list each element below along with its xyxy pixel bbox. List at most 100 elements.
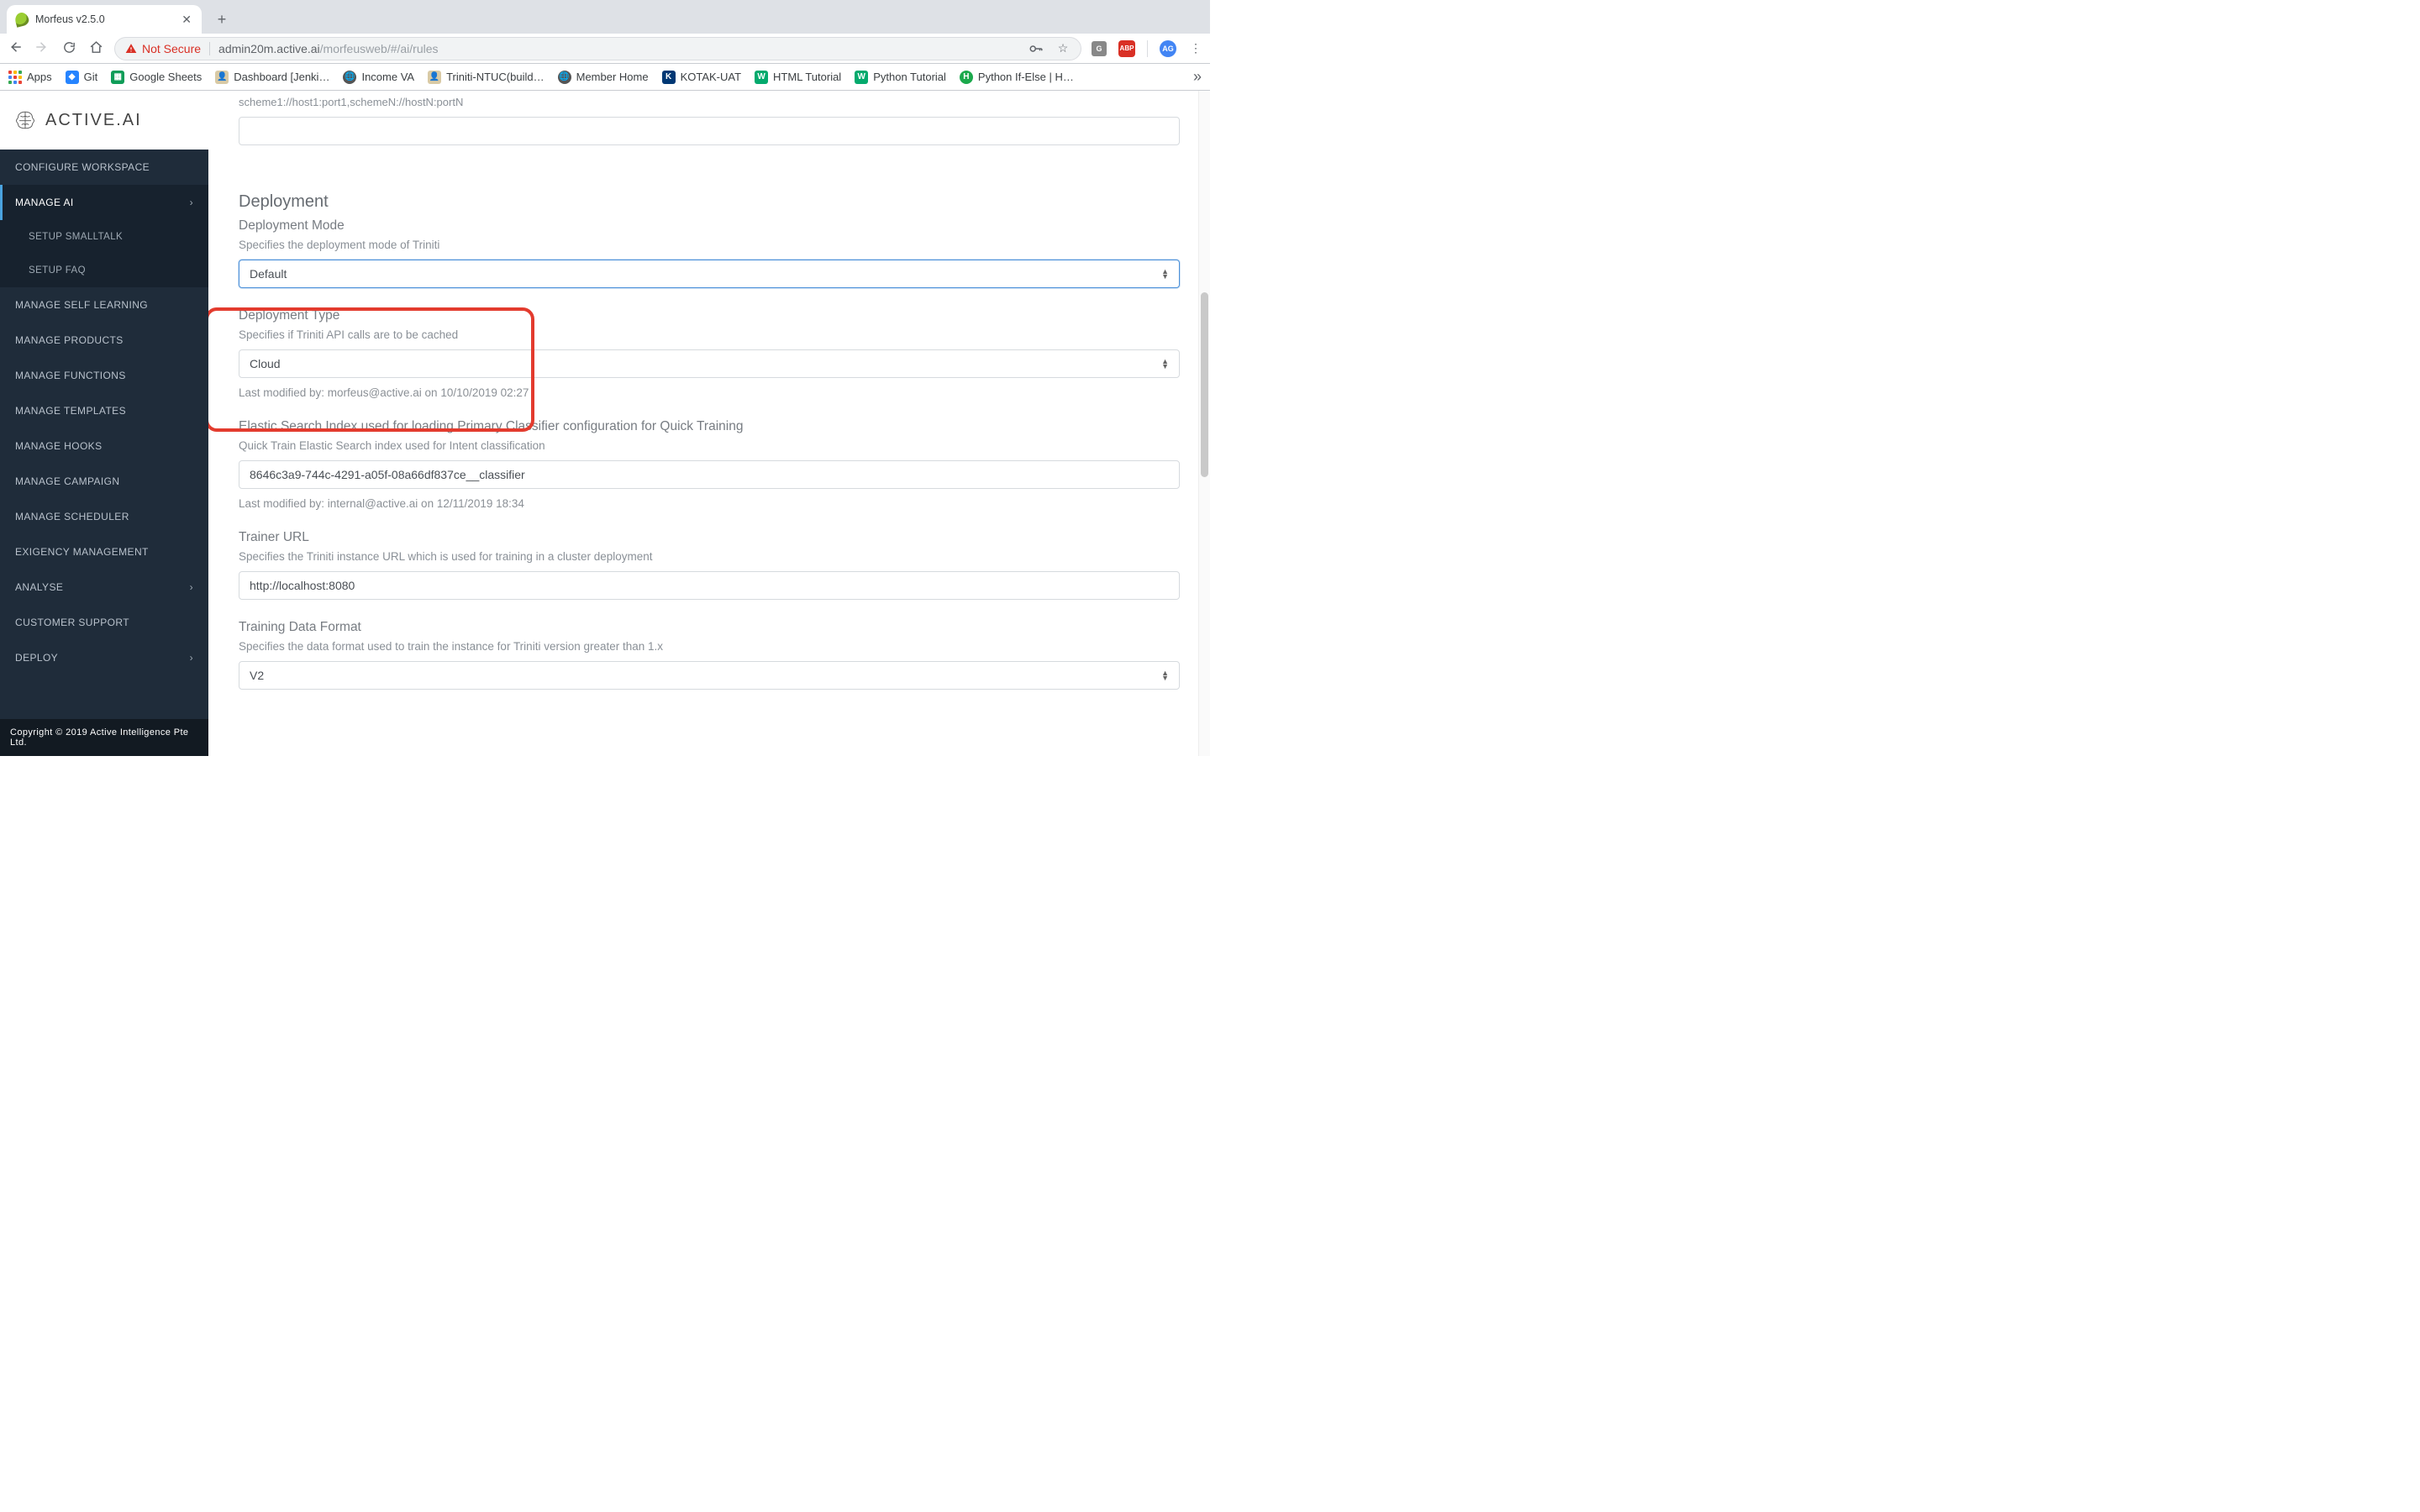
kotak-icon: K xyxy=(662,71,676,84)
bookmark-apps[interactable]: Apps xyxy=(8,71,52,84)
label-es-index: Elastic Search Index used for loading Pr… xyxy=(239,419,1180,434)
bookmark-google-sheets[interactable]: ▦ Google Sheets xyxy=(111,71,202,84)
desc-es-index: Quick Train Elastic Search index used fo… xyxy=(239,439,1180,452)
sidebar-subitem-setup-smalltalk[interactable]: Setup Smalltalk xyxy=(0,220,208,254)
bookmarks-overflow-icon[interactable]: » xyxy=(1193,68,1202,86)
brand-name: ACTIVE.AI xyxy=(45,111,142,130)
sidebar-item-configure-workspace[interactable]: Configure Workspace xyxy=(0,150,208,185)
desc-training-format: Specifies the data format used to train … xyxy=(239,640,1180,653)
bitbucket-icon: ◆ xyxy=(66,71,79,84)
input-es-index[interactable] xyxy=(239,460,1180,489)
sidebar-item-campaign[interactable]: Manage Campaign xyxy=(0,464,208,499)
select-deployment-type-value: Cloud xyxy=(250,357,281,370)
sidebar-item-products[interactable]: Manage Products xyxy=(0,323,208,358)
new-tab-button[interactable]: + xyxy=(210,8,234,31)
url-text: admin20m.active.ai/morfeusweb/#/ai/rules xyxy=(218,42,438,55)
bookmark-kotak-uat[interactable]: K KOTAK-UAT xyxy=(662,71,741,84)
w3-icon: W xyxy=(755,71,768,84)
reload-button[interactable] xyxy=(60,40,77,57)
scrollbar-thumb[interactable] xyxy=(1201,292,1208,477)
globe-icon: 🌐 xyxy=(558,71,571,84)
label-deployment-mode: Deployment Mode xyxy=(239,218,1180,234)
globe-icon: 🌐 xyxy=(343,71,356,84)
bookmark-python-tutorial[interactable]: W Python Tutorial xyxy=(855,71,946,84)
sidebar-item-self-learning[interactable]: Manage Self Learning xyxy=(0,287,208,323)
extension-grammarly-icon[interactable]: G xyxy=(1092,41,1107,56)
kebab-menu-icon[interactable]: ⋮ xyxy=(1188,41,1203,56)
tab-close-icon[interactable]: ✕ xyxy=(180,11,193,29)
sheets-icon: ▦ xyxy=(111,71,124,84)
desc-trainer-url: Specifies the Triniti instance URL which… xyxy=(239,550,1180,563)
footer-copyright: Copyright © 2019 Active Intelligence Pte… xyxy=(0,719,208,756)
browser-toolbar: Not Secure admin20m.active.ai/morfeusweb… xyxy=(0,34,1210,64)
profile-avatar[interactable]: AG xyxy=(1160,40,1176,57)
select-deployment-mode[interactable]: Default ▲▼ xyxy=(239,260,1180,288)
label-deployment-type: Deployment Type xyxy=(239,308,1180,323)
sidebar-item-templates[interactable]: Manage Templates xyxy=(0,393,208,428)
jenkins-icon: 👤 xyxy=(428,71,441,84)
select-deployment-mode-value: Default xyxy=(250,267,287,281)
home-button[interactable] xyxy=(87,40,104,57)
jenkins-icon: 👤 xyxy=(215,71,229,84)
bookmark-html-tutorial[interactable]: W HTML Tutorial xyxy=(755,71,841,84)
desc-deployment-type: Specifies if Triniti API calls are to be… xyxy=(239,328,1180,341)
w3-icon: W xyxy=(855,71,868,84)
security-status[interactable]: Not Secure xyxy=(125,42,201,55)
browser-tab-active[interactable]: Morfeus v2.5.0 ✕ xyxy=(7,5,202,34)
sidebar-item-deploy[interactable]: Deploy › xyxy=(0,640,208,675)
select-arrows-icon: ▲▼ xyxy=(1156,670,1174,680)
input-trainer-url[interactable] xyxy=(239,571,1180,600)
sidebar-item-customer-support[interactable]: Customer Support xyxy=(0,605,208,640)
extensions-area: G ABP AG ⋮ xyxy=(1092,40,1203,57)
arrow-left-icon xyxy=(8,39,23,55)
bookmark-apps-label: Apps xyxy=(27,71,52,83)
toolbar-divider xyxy=(1147,40,1148,57)
bookmarks-bar: Apps ◆ Git ▦ Google Sheets 👤 Dashboard [… xyxy=(0,64,1210,91)
section-heading-deployment: Deployment xyxy=(239,192,1180,212)
sidebar-subitem-setup-faq[interactable]: Setup FAQ xyxy=(0,254,208,287)
omnibox-divider xyxy=(209,42,210,55)
tab-favicon xyxy=(13,11,30,28)
sidebar-item-analyse[interactable]: Analyse › xyxy=(0,570,208,605)
modnote-es-index: Last modified by: internal@active.ai on … xyxy=(239,497,1180,510)
bookmark-git[interactable]: ◆ Git xyxy=(66,71,98,84)
bookmark-python-ifelse[interactable]: H Python If-Else | H… xyxy=(960,71,1074,84)
desc-deployment-mode: Specifies the deployment mode of Triniti xyxy=(239,239,1180,251)
hackerrank-icon: H xyxy=(960,71,973,84)
sidebar-item-functions[interactable]: Manage Functions xyxy=(0,358,208,393)
bookmark-jenkins[interactable]: 👤 Dashboard [Jenki… xyxy=(215,71,329,84)
key-icon[interactable] xyxy=(1028,41,1044,56)
main-content: scheme1://host1:port1,schemeN://hostN:po… xyxy=(208,91,1210,756)
apps-grid-icon xyxy=(8,71,22,84)
bookmark-triniti-ntuc[interactable]: 👤 Triniti-NTUC(build… xyxy=(428,71,544,84)
tab-title: Morfeus v2.5.0 xyxy=(35,13,173,25)
sidebar-item-exigency[interactable]: Exigency Management xyxy=(0,534,208,570)
url-host: admin20m.active.ai xyxy=(218,42,320,55)
extension-abp-icon[interactable]: ABP xyxy=(1118,40,1135,57)
modnote-deployment-type: Last modified by: morfeus@active.ai on 1… xyxy=(239,386,1180,399)
warning-triangle-icon xyxy=(125,43,137,55)
select-deployment-type[interactable]: Cloud ▲▼ xyxy=(239,349,1180,378)
back-button[interactable] xyxy=(7,39,24,57)
not-secure-label: Not Secure xyxy=(142,42,201,55)
forward-button[interactable] xyxy=(34,39,50,57)
sidebar-item-manage-ai[interactable]: Manage AI › xyxy=(0,185,208,220)
select-arrows-icon: ▲▼ xyxy=(1156,359,1174,369)
chevron-right-icon: › xyxy=(190,197,193,208)
home-icon xyxy=(89,40,103,55)
select-training-format-value: V2 xyxy=(250,669,264,682)
sidebar: ACTIVE.AI Configure Workspace Manage AI … xyxy=(0,91,208,756)
sidebar-item-scheduler[interactable]: Manage Scheduler xyxy=(0,499,208,534)
address-bar[interactable]: Not Secure admin20m.active.ai/morfeusweb… xyxy=(114,37,1081,60)
select-arrows-icon: ▲▼ xyxy=(1156,269,1174,279)
star-icon[interactable]: ☆ xyxy=(1055,41,1071,56)
url-scheme-input[interactable] xyxy=(239,117,1180,145)
content-scrollbar[interactable] xyxy=(1198,91,1210,756)
sidebar-item-hooks[interactable]: Manage Hooks xyxy=(0,428,208,464)
label-trainer-url: Trainer URL xyxy=(239,530,1180,545)
brain-logo-icon xyxy=(13,109,37,131)
brand-block[interactable]: ACTIVE.AI xyxy=(0,91,208,150)
select-training-format[interactable]: V2 ▲▼ xyxy=(239,661,1180,690)
bookmark-member-home[interactable]: 🌐 Member Home xyxy=(558,71,649,84)
bookmark-income-va[interactable]: 🌐 Income VA xyxy=(343,71,414,84)
